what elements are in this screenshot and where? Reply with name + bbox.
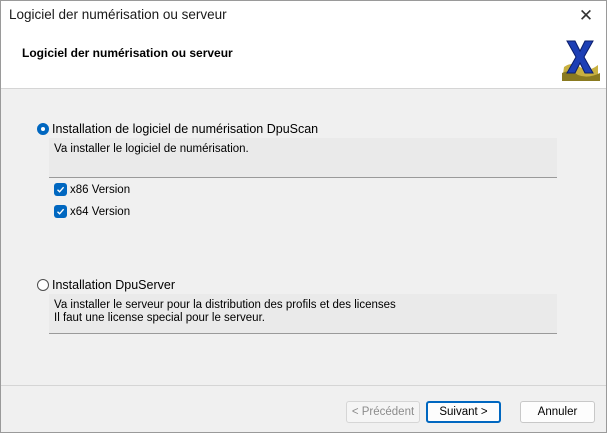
wizard-footer: < Précédent Suivant > Annuler bbox=[1, 385, 606, 432]
wizard-header: Logiciel der numérisation ou serveur bbox=[1, 31, 606, 89]
checkbox-x86[interactable]: x86 Version bbox=[54, 183, 130, 196]
x-logo-icon bbox=[558, 37, 602, 81]
dpuscan-description: Va installer le logiciel de numérisation… bbox=[54, 143, 249, 155]
radio-label-dpuscan: Installation de logiciel de numérisation… bbox=[52, 122, 319, 136]
installer-window: Logiciel der numérisation ou serveur ✕ L… bbox=[0, 0, 607, 433]
dpuserver-description-line1: Va installer le serveur pour la distribu… bbox=[54, 299, 396, 311]
close-icon[interactable]: ✕ bbox=[566, 1, 606, 31]
wizard-content: Installation de logiciel de numérisation… bbox=[1, 89, 606, 385]
checkmark-icon bbox=[57, 208, 65, 215]
radio-button-dpuserver[interactable] bbox=[37, 279, 49, 291]
cancel-button[interactable]: Annuler bbox=[520, 401, 595, 423]
checkbox-x64-label: x64 Version bbox=[70, 205, 131, 218]
back-button[interactable]: < Précédent bbox=[346, 401, 420, 423]
checkbox-x86-box[interactable] bbox=[54, 183, 67, 196]
wizard-header-title: Logiciel der numérisation ou serveur bbox=[22, 46, 233, 60]
checkmark-icon bbox=[57, 186, 65, 193]
dpuserver-description-line2: Il faut une license special pour le serv… bbox=[54, 312, 265, 324]
next-button[interactable]: Suivant > bbox=[426, 401, 501, 423]
checkbox-x64[interactable]: x64 Version bbox=[54, 205, 130, 218]
title-bar: Logiciel der numérisation ou serveur ✕ bbox=[1, 1, 606, 31]
checkbox-x86-label: x86 Version bbox=[70, 183, 131, 196]
dpuscan-description-box: Va installer le logiciel de numérisation… bbox=[49, 138, 557, 178]
checkbox-x64-box[interactable] bbox=[54, 205, 67, 218]
radio-label-dpuserver: Installation DpuServer bbox=[52, 278, 175, 292]
dpuserver-description-box: Va installer le serveur pour la distribu… bbox=[49, 294, 557, 334]
radio-option-dpuserver[interactable]: Installation DpuServer bbox=[37, 278, 175, 292]
window-title: Logiciel der numérisation ou serveur bbox=[9, 7, 227, 22]
radio-button-dpuscan[interactable] bbox=[37, 123, 49, 135]
radio-option-dpuscan[interactable]: Installation de logiciel de numérisation… bbox=[37, 122, 318, 136]
